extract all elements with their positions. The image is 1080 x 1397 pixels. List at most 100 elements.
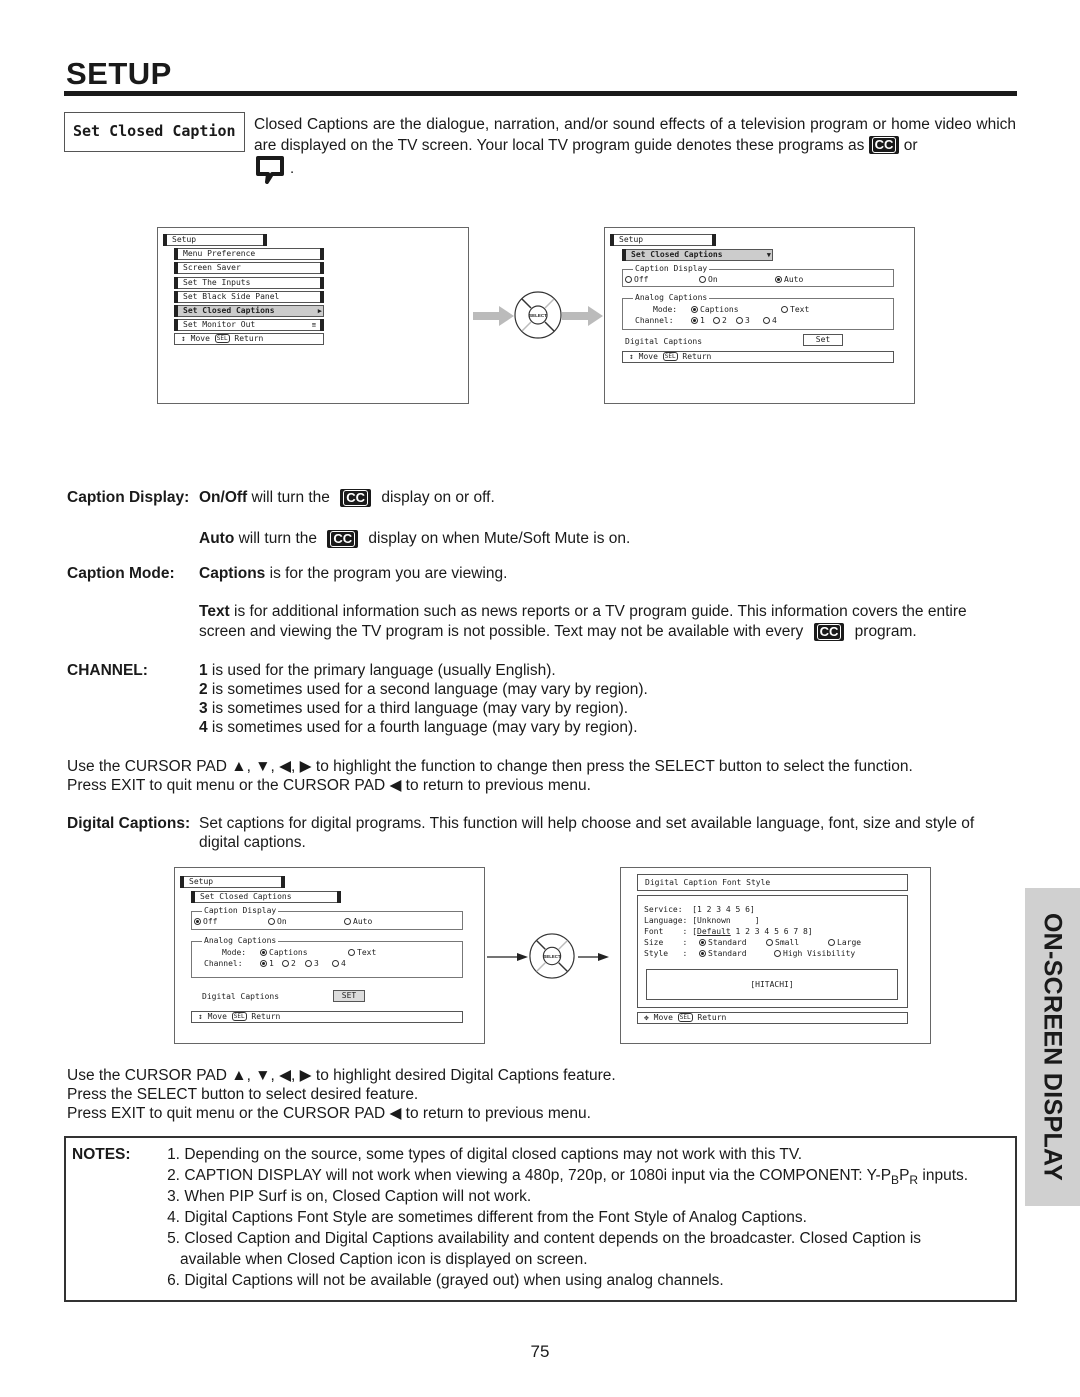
menu-header: Setup bbox=[163, 234, 267, 246]
digital-captions-label: Digital Captions bbox=[625, 337, 703, 346]
note-item: 4. Digital Captions Font Style are somet… bbox=[167, 1209, 807, 1226]
cc-icon: CC bbox=[813, 622, 845, 641]
tv-screen-closed-captions: Setup Set Closed Captions ▼ Caption Displ… bbox=[604, 227, 915, 404]
radio-off[interactable]: Off bbox=[194, 917, 217, 927]
menu-item-screen-saver[interactable]: Screen Saver bbox=[174, 262, 324, 274]
arrow-right-icon bbox=[578, 953, 609, 961]
intro-or: or bbox=[903, 136, 918, 154]
arrow-right-icon bbox=[562, 306, 603, 326]
select-label: SELECT bbox=[529, 313, 547, 318]
radio-captions[interactable]: Captions bbox=[260, 948, 308, 958]
cc-icon: CC bbox=[327, 529, 359, 548]
language-row: Language: [Unknown ] bbox=[644, 916, 760, 925]
channel-item: 1 is used for the primary language (usua… bbox=[199, 662, 556, 679]
menu-footer: ✥ Move SEL Return bbox=[637, 1012, 908, 1024]
updown-icon: ↕ bbox=[198, 1012, 203, 1021]
page-number: 75 bbox=[530, 1342, 550, 1361]
submenu-header: Set Closed Captions ▼ bbox=[622, 249, 773, 261]
cc-icon: CC bbox=[340, 488, 372, 507]
channel-item: 3 is sometimes used for a third language… bbox=[199, 700, 629, 717]
radio-size-standard[interactable]: Standard bbox=[699, 938, 747, 948]
radio-style-high-visibility[interactable]: High Visibility bbox=[774, 949, 855, 959]
scroll-icon: ≡ bbox=[311, 321, 316, 329]
caption-bubble-icon bbox=[256, 156, 284, 184]
section-label: Set Closed Caption bbox=[64, 112, 245, 152]
analog-captions-group: Analog Captions Mode: Captions Text Chan… bbox=[622, 293, 894, 330]
radio-channel-4[interactable]: 4 bbox=[332, 959, 346, 969]
menu-item-set-closed-captions[interactable]: Set Closed Captions ▶ bbox=[174, 305, 324, 317]
radio-channel-2[interactable]: 2 bbox=[282, 959, 296, 969]
cursor-instruction-2: Press EXIT to quit menu or the CURSOR PA… bbox=[67, 777, 591, 794]
radio-style-standard[interactable]: Standard bbox=[699, 949, 747, 959]
channel-item: 4 is sometimes used for a fourth languag… bbox=[199, 719, 638, 736]
digital-captions-label: Digital Captions: bbox=[67, 815, 191, 832]
digital-captions-set-button[interactable]: Set bbox=[803, 334, 843, 346]
analog-captions-group: Analog Captions Mode: Captions Text Chan… bbox=[191, 936, 463, 978]
submenu-header: Set Closed Captions bbox=[191, 891, 341, 903]
menu-item-set-black-side-panel[interactable]: Set Black Side Panel bbox=[174, 291, 324, 303]
radio-auto[interactable]: Auto bbox=[344, 917, 372, 927]
digital-captions-set-button[interactable]: SET bbox=[333, 990, 365, 1002]
intro-period: . bbox=[290, 160, 295, 177]
caption-mode-label: Caption Mode: bbox=[67, 565, 175, 582]
digital-captions-line-2: digital captions. bbox=[199, 834, 306, 851]
title-rule bbox=[64, 91, 1017, 96]
menu-item-set-the-inputs[interactable]: Set The Inputs bbox=[174, 277, 324, 289]
auto-line: Auto will turn the CC display on when Mu… bbox=[199, 529, 631, 548]
radio-captions[interactable]: Captions bbox=[691, 305, 739, 315]
radio-size-small[interactable]: Small bbox=[766, 938, 799, 948]
note-item: 5. Closed Caption and Digital Captions a… bbox=[167, 1230, 922, 1247]
menu-footer: ↕ Move SEL Return bbox=[622, 351, 894, 363]
menu-footer: ↕ Move SEL Return bbox=[191, 1011, 463, 1023]
radio-on[interactable]: On bbox=[268, 917, 287, 927]
radio-channel-4[interactable]: 4 bbox=[763, 316, 777, 326]
note-item: 1. Depending on the source, some types o… bbox=[167, 1146, 803, 1163]
channel-item: 2 is sometimes used for a second languag… bbox=[199, 681, 648, 698]
cursor-instruction-1: Use the CURSOR PAD ▲, ▼, ◀, ▶ to highlig… bbox=[67, 758, 913, 775]
select-pad-icon: SELECT bbox=[529, 933, 575, 979]
tv-screen-digital-caption-font-style: Digital Caption Font Style Service: [1 2… bbox=[620, 867, 931, 1044]
menu-item-set-monitor-out[interactable]: Set Monitor Out ≡ bbox=[174, 319, 324, 331]
select-label: SELECT bbox=[544, 954, 561, 959]
arrow-right-icon bbox=[487, 953, 528, 961]
font-default-option[interactable]: Default bbox=[697, 927, 731, 936]
radio-channel-2[interactable]: 2 bbox=[713, 316, 727, 326]
font-style-panel: Service: [1 2 3 4 5 6] Language: [Unknow… bbox=[637, 895, 908, 1008]
radio-text[interactable]: Text bbox=[348, 948, 376, 958]
cursor-instruction-3: Use the CURSOR PAD ▲, ▼, ◀, ▶ to highlig… bbox=[67, 1067, 616, 1084]
cc-icon: CC bbox=[868, 136, 900, 155]
radio-channel-3[interactable]: 3 bbox=[736, 316, 750, 326]
caption-display-group: Caption Display Off On Auto bbox=[191, 906, 463, 930]
sel-key-icon: SEL bbox=[677, 1013, 693, 1022]
radio-text[interactable]: Text bbox=[781, 305, 809, 315]
channel-label: CHANNEL: bbox=[67, 662, 148, 679]
updown-icon: ↕ bbox=[629, 352, 634, 361]
language-selector[interactable]: [Unknown ] bbox=[692, 916, 759, 925]
radio-channel-1[interactable]: 1 bbox=[691, 316, 705, 326]
tv-screen-setup-menu: Setup Menu Preference Screen Saver Set T… bbox=[157, 227, 469, 404]
note-item: 3. When PIP Surf is on, Closed Caption w… bbox=[167, 1188, 532, 1205]
service-row: Service: [1 2 3 4 5 6] bbox=[644, 905, 755, 914]
chevron-down-icon: ▼ bbox=[766, 251, 771, 259]
sel-key-icon: SEL bbox=[214, 334, 230, 343]
radio-off[interactable]: Off bbox=[625, 275, 648, 285]
radio-on[interactable]: On bbox=[699, 275, 718, 285]
digital-captions-label: Digital Captions bbox=[202, 992, 280, 1001]
menu-footer: ↕ Move SEL Return bbox=[174, 333, 324, 345]
radio-size-large[interactable]: Large bbox=[828, 938, 861, 948]
font-row: Font : [Default 1 2 3 4 5 6 7 8] bbox=[644, 927, 813, 936]
digital-captions-line-1: Set captions for digital programs. This … bbox=[199, 815, 975, 832]
intro-line-1: Closed Captions are the dialogue, narrat… bbox=[254, 116, 972, 133]
cursor-instruction-5: Press EXIT to quit menu or the CURSOR PA… bbox=[67, 1105, 591, 1122]
menu-item-menu-preference[interactable]: Menu Preference bbox=[174, 248, 324, 260]
radio-channel-3[interactable]: 3 bbox=[305, 959, 319, 969]
radio-channel-1[interactable]: 1 bbox=[260, 959, 274, 969]
menu-header: Setup bbox=[610, 234, 716, 246]
text-line-2: screen and viewing the TV program is not… bbox=[199, 622, 917, 641]
radio-auto[interactable]: Auto bbox=[775, 275, 803, 285]
note-item-continued: available when Closed Caption icon is di… bbox=[180, 1251, 588, 1268]
service-selector[interactable]: [1 2 3 4 5 6] bbox=[692, 905, 755, 914]
caption-display-desc: Caption Display: bbox=[67, 489, 190, 506]
text-line-1: Text is for additional information such … bbox=[199, 603, 967, 620]
notes-label: NOTES: bbox=[72, 1146, 131, 1163]
